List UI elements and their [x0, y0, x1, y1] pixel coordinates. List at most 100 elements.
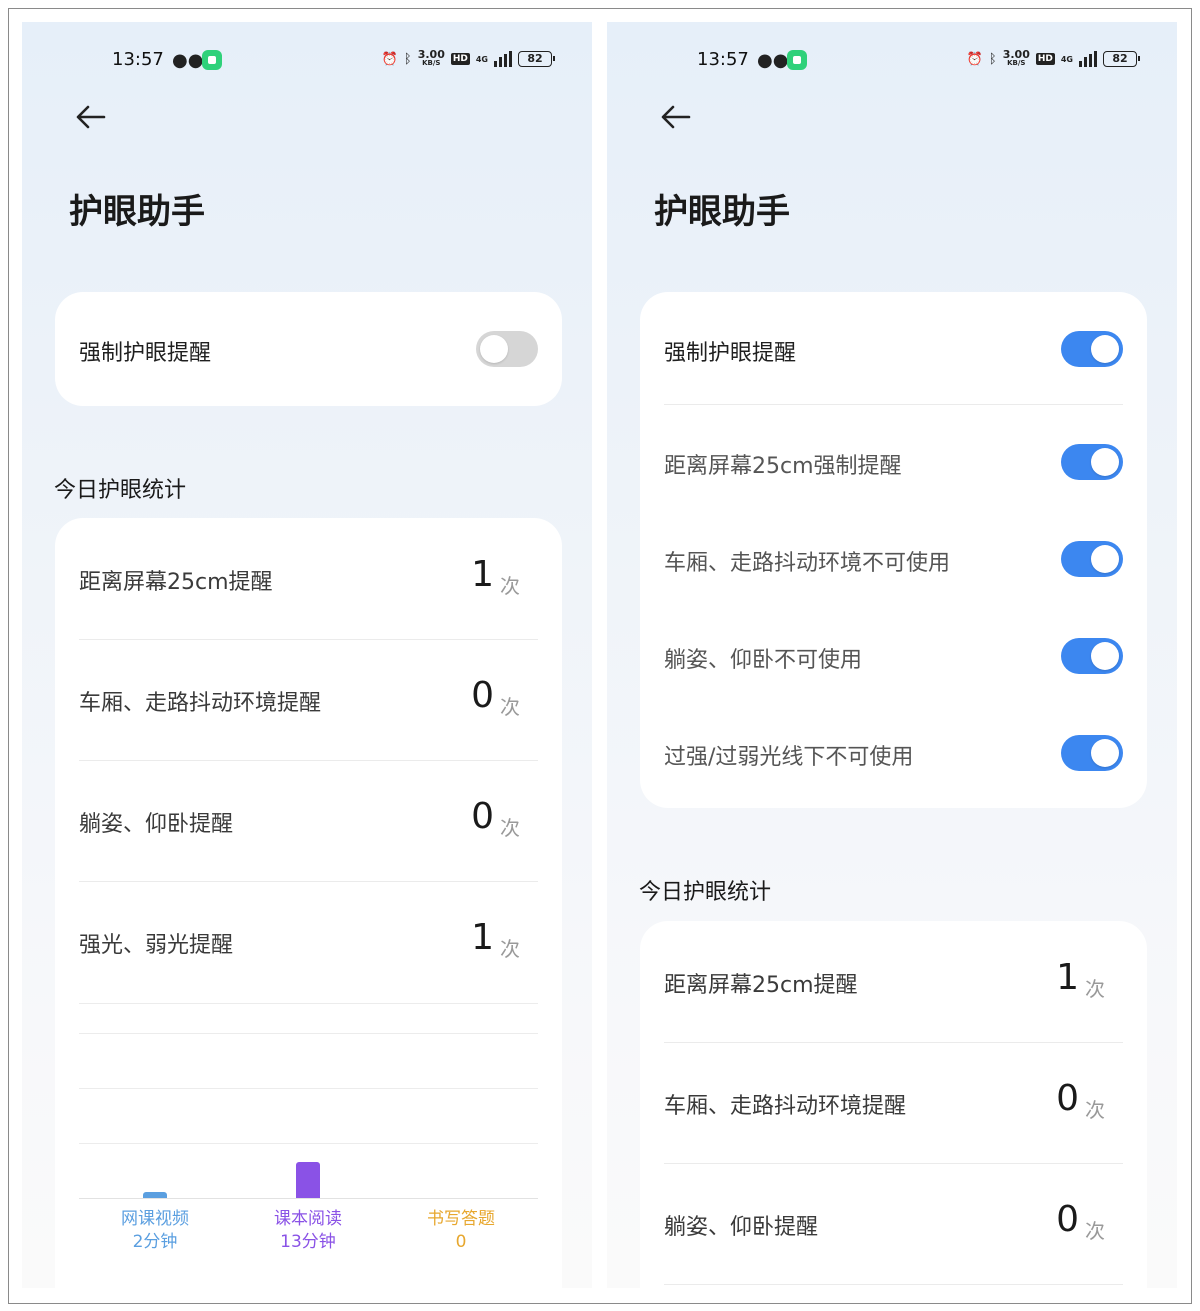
stat-row: 强光、弱光提醒 1 次 — [55, 881, 562, 1002]
back-arrow-icon[interactable] — [659, 100, 693, 134]
bluetooth-icon: ᛒ — [403, 51, 412, 67]
force-reminder-row: 强制护眼提醒 — [55, 299, 562, 399]
stat-unit: 次 — [1085, 977, 1105, 1001]
stat-label: 距离屏幕25cm提醒 — [664, 973, 858, 998]
page-title: 护眼助手 — [69, 192, 205, 232]
shaking-toggle-switch[interactable] — [1061, 541, 1123, 577]
switch-knob — [480, 335, 508, 363]
stat-row: 车厢、走路抖动环境提醒 0 次 — [55, 639, 562, 760]
force-reminder-switch[interactable] — [476, 331, 538, 367]
category-value: 0 — [455, 1232, 467, 1252]
shaking-toggle-label: 车厢、走路抖动环境不可使用 — [664, 551, 951, 576]
page-title: 护眼助手 — [654, 192, 790, 232]
stats-card: 距离屏幕25cm提醒 1 次 车厢、走路抖动环境提醒 0 次 躺姿、仰卧提醒 0… — [640, 921, 1147, 1288]
reminder-settings-card: 强制护眼提醒 距离屏幕25cm强制提醒 车厢、走路抖动环境不可使用 躺姿、仰卧不… — [640, 292, 1147, 808]
stats-card: 距离屏幕25cm提醒 1 次 车厢、走路抖动环境提醒 0 次 躺姿、仰卧提醒 0… — [55, 518, 562, 1288]
alarm-icon: ⏰ — [966, 51, 983, 67]
right-phone-screen: 13:57 ●● ⏰ ᛒ 3.00 KB/S HD 4G 82 护眼助手 强制护… — [607, 22, 1177, 1288]
battery-icon: 82 — [1103, 51, 1140, 67]
stat-value: 0 — [1056, 1199, 1079, 1240]
status-time: 13:57 — [112, 49, 164, 70]
light-toggle-row: 过强/过弱光线下不可使用 — [640, 703, 1147, 803]
force-reminder-label: 强制护眼提醒 — [664, 341, 797, 366]
switch-knob — [1091, 642, 1119, 670]
stats-section-title: 今日护眼统计 — [639, 880, 772, 905]
distance-toggle-row: 距离屏幕25cm强制提醒 — [640, 412, 1147, 512]
shaking-toggle-row: 车厢、走路抖动环境不可使用 — [640, 509, 1147, 609]
back-arrow-icon[interactable] — [74, 100, 108, 134]
category-name: 书写答题 — [427, 1209, 495, 1229]
chart-gridline — [79, 1143, 538, 1144]
status-time: 13:57 — [697, 49, 749, 70]
category-textbook-reading: 课本阅读 13分钟 — [248, 1208, 368, 1254]
distance-toggle-label: 距离屏幕25cm强制提醒 — [664, 454, 902, 479]
left-phone-screen: 13:57 ●● ⏰ ᛒ 3.00 KB/S HD 4G 82 护眼助手 强制护… — [22, 22, 592, 1288]
stat-value: 0 — [471, 796, 494, 837]
app-notification-icon — [202, 50, 222, 70]
stat-unit: 次 — [1085, 1219, 1105, 1243]
network-speed: 3.00 KB/S — [1002, 48, 1030, 67]
stat-row: 车厢、走路抖动环境提醒 0 次 — [640, 1042, 1147, 1163]
bar-online-video — [143, 1192, 167, 1198]
stat-row: 躺姿、仰卧提醒 0 次 — [640, 1163, 1147, 1284]
chart-gridline — [79, 1003, 538, 1004]
stat-unit: 次 — [500, 574, 520, 598]
stat-value: 1 — [471, 917, 494, 958]
status-bar: 13:57 ●● ⏰ ᛒ 3.00 KB/S HD 4G 82 — [607, 46, 1177, 76]
bluetooth-icon: ᛒ — [988, 51, 997, 67]
status-indicators: ⏰ ᛒ 3.00 KB/S HD 4G 82 — [966, 48, 1140, 68]
light-toggle-switch[interactable] — [1061, 735, 1123, 771]
stat-label: 距离屏幕25cm提醒 — [79, 570, 273, 595]
chart-gridline — [79, 1088, 538, 1089]
signal-icon — [494, 51, 512, 67]
stat-label: 车厢、走路抖动环境提醒 — [79, 691, 322, 716]
stat-value: 1 — [1056, 957, 1079, 998]
stat-label: 强光、弱光提醒 — [79, 933, 234, 958]
light-toggle-label: 过强/过弱光线下不可使用 — [664, 745, 914, 770]
stat-value: 1 — [471, 554, 494, 595]
switch-knob — [1091, 448, 1119, 476]
switch-knob — [1091, 545, 1119, 573]
divider — [664, 404, 1123, 405]
category-online-video: 网课视频 2分钟 — [95, 1208, 215, 1254]
app-notification-icon — [787, 50, 807, 70]
chart-baseline — [79, 1198, 538, 1199]
force-reminder-card: 强制护眼提醒 — [55, 292, 562, 406]
status-indicators: ⏰ ᛒ 3.00 KB/S HD 4G 82 — [381, 48, 555, 68]
lying-toggle-switch[interactable] — [1061, 638, 1123, 674]
signal-icon — [1079, 51, 1097, 67]
hd-badge: HD — [450, 53, 470, 65]
stat-unit: 次 — [500, 695, 520, 719]
network-type: 4G — [475, 54, 488, 64]
stat-unit: 次 — [1085, 1098, 1105, 1122]
network-type: 4G — [1060, 54, 1073, 64]
stats-section-title: 今日护眼统计 — [54, 478, 187, 503]
battery-icon: 82 — [518, 51, 555, 67]
force-reminder-switch[interactable] — [1061, 331, 1123, 367]
alarm-icon: ⏰ — [381, 51, 398, 67]
lying-toggle-row: 躺姿、仰卧不可使用 — [640, 606, 1147, 706]
stat-unit: 次 — [500, 816, 520, 840]
wechat-icon: ●● — [172, 50, 204, 71]
lying-toggle-label: 躺姿、仰卧不可使用 — [664, 648, 863, 673]
stat-label: 躺姿、仰卧提醒 — [79, 812, 234, 837]
stat-value: 0 — [1056, 1078, 1079, 1119]
category-writing-answering: 书写答题 0 — [401, 1208, 521, 1254]
stat-row: 距离屏幕25cm提醒 1 次 — [55, 518, 562, 639]
bar-textbook-reading — [296, 1162, 320, 1198]
category-value: 13分钟 — [280, 1232, 336, 1252]
status-bar: 13:57 ●● ⏰ ᛒ 3.00 KB/S HD 4G 82 — [22, 46, 592, 76]
distance-toggle-switch[interactable] — [1061, 444, 1123, 480]
divider — [664, 1284, 1123, 1285]
stat-unit: 次 — [500, 937, 520, 961]
switch-knob — [1091, 335, 1119, 363]
switch-knob — [1091, 739, 1119, 767]
force-reminder-row: 强制护眼提醒 — [640, 299, 1147, 399]
chart-gridline — [79, 1033, 538, 1034]
stat-row: 躺姿、仰卧提醒 0 次 — [55, 760, 562, 881]
wechat-icon: ●● — [757, 50, 789, 71]
network-speed: 3.00 KB/S — [417, 48, 445, 67]
force-reminder-label: 强制护眼提醒 — [79, 341, 212, 366]
stat-label: 躺姿、仰卧提醒 — [664, 1215, 819, 1240]
category-name: 网课视频 — [121, 1209, 189, 1229]
